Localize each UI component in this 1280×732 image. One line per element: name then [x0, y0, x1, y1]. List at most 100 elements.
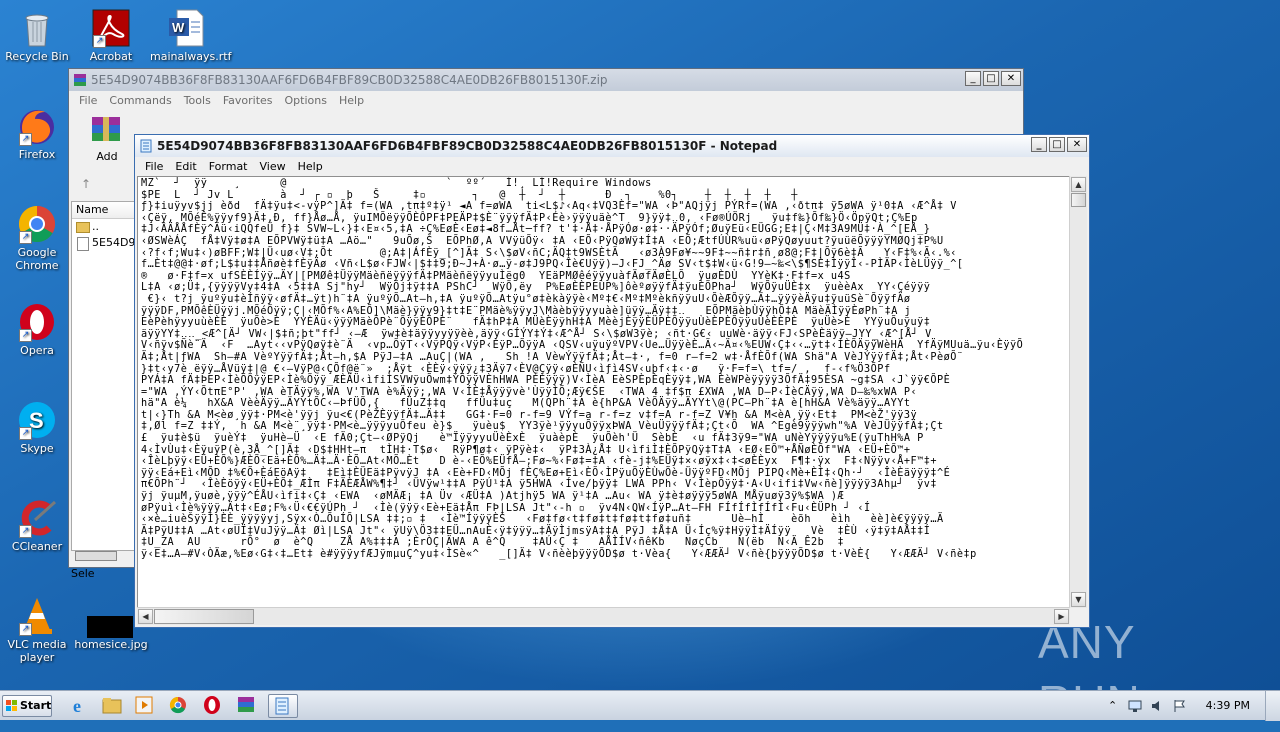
winrar-toolbar: Add: [87, 115, 127, 165]
status-text: Sele: [71, 567, 95, 580]
winrar-titlebar[interactable]: 5E54D9074BB36F8FB83130AAF6FD6B4FBF89CB0D…: [69, 69, 1023, 91]
notepad-titlebar[interactable]: 5E54D9074BB36F8FB83130AAF6FD6B4FBF89CB0D…: [135, 135, 1089, 157]
taskbar-winrar-button[interactable]: [234, 694, 260, 718]
minimize-button[interactable]: _: [1031, 137, 1047, 152]
file-list-panel: Name .. 5E54D9: [71, 201, 137, 551]
svg-text:W: W: [172, 20, 185, 35]
start-label: Start: [20, 699, 52, 712]
taskbar-clock[interactable]: 4:39 PM: [1206, 691, 1250, 721]
taskbar-opera-button[interactable]: [200, 694, 226, 718]
scroll-up-arrow-icon[interactable]: ▲: [1071, 177, 1086, 192]
close-button[interactable]: ✕: [1001, 71, 1021, 86]
chrome-icon: [169, 696, 186, 714]
tray-show-hidden-icon[interactable]: ⌃: [1108, 699, 1117, 712]
notepad-menubar: File Edit Format View Help: [135, 157, 1089, 176]
volume-icon[interactable]: [1150, 699, 1164, 713]
editor-content[interactable]: MZ` ┘ ÿÿ ¸ @ ` ºº´ Í!¸ LÍ!Require Window…: [138, 177, 1069, 561]
menu-edit[interactable]: Edit: [169, 157, 202, 176]
scroll-down-arrow-icon[interactable]: ▼: [1071, 592, 1086, 607]
close-button[interactable]: ✕: [1067, 137, 1087, 152]
menu-view[interactable]: View: [254, 157, 292, 176]
taskbar: Start e ⌃ 4:39 PM: [0, 690, 1280, 721]
notepad-icon: [140, 139, 152, 153]
menu-help[interactable]: Help: [333, 91, 370, 110]
vlc-icon: ↗: [17, 596, 57, 636]
horizontal-scroll-thumb[interactable]: [154, 609, 254, 624]
maximize-button[interactable]: □: [983, 71, 999, 86]
firefox-icon: ↗: [17, 106, 57, 146]
desktop-icon-recycle-bin[interactable]: Recycle Bin: [0, 8, 74, 63]
desktop-icon-label: CCleaner: [11, 540, 63, 553]
shortcut-arrow-icon: ↗: [19, 525, 32, 538]
desktop-icon-firefox[interactable]: ↗ Firefox: [0, 106, 74, 161]
show-desktop-button[interactable]: [1265, 691, 1280, 721]
ccleaner-icon: ↗: [17, 498, 57, 538]
text-editor[interactable]: MZ` ┘ ÿÿ ¸ @ ` ºº´ Í!¸ LÍ!Require Window…: [137, 176, 1070, 608]
desktop-icon-acrobat[interactable]: ↗ Acrobat: [74, 8, 148, 63]
menu-tools[interactable]: Tools: [178, 91, 217, 110]
acrobat-icon: ↗: [91, 8, 131, 48]
menu-options[interactable]: Options: [279, 91, 333, 110]
opera-icon: [204, 696, 220, 714]
menu-file[interactable]: File: [139, 157, 169, 176]
shortcut-arrow-icon: ↗: [19, 623, 32, 636]
desktop-icon-ccleaner[interactable]: ↗ CCleaner: [0, 498, 74, 553]
start-button[interactable]: Start: [2, 695, 52, 717]
taskbar-chrome-button[interactable]: [166, 694, 192, 718]
chrome-icon: ↗: [17, 204, 57, 244]
scroll-left-arrow-icon[interactable]: ◀: [138, 609, 153, 624]
status-drive-icon: [75, 551, 117, 561]
opera-icon: ↗: [17, 302, 57, 342]
taskbar-explorer-button[interactable]: [100, 694, 126, 718]
network-icon[interactable]: [1128, 699, 1142, 713]
menu-file[interactable]: File: [73, 91, 103, 110]
ie-icon: e: [73, 696, 81, 716]
desktop-icon-mainalways[interactable]: W mainalways.rtf: [150, 8, 232, 63]
resize-grip[interactable]: [1070, 608, 1087, 625]
desktop-icon-label: Skype: [20, 442, 54, 455]
menu-help[interactable]: Help: [292, 157, 329, 176]
list-item-label: ..: [92, 220, 99, 233]
list-item[interactable]: 5E54D9: [72, 235, 136, 251]
word-document-icon: W: [167, 8, 207, 48]
desktop-icon-chrome[interactable]: ↗ Google Chrome: [0, 204, 74, 272]
desktop-icon-label: homesice.jpg: [74, 638, 148, 651]
list-item[interactable]: ..: [72, 219, 136, 235]
menu-commands[interactable]: Commands: [103, 91, 177, 110]
notepad-title: 5E54D9074BB36F8FB83130AAF6FD6B4FBF89CB0D…: [157, 139, 778, 153]
explorer-icon: [102, 698, 122, 714]
taskbar-media-player-button[interactable]: [132, 694, 158, 718]
shortcut-arrow-icon: ↗: [19, 427, 32, 440]
winrar-icon: [74, 74, 86, 86]
action-center-flag-icon[interactable]: [1172, 699, 1186, 713]
taskbar-notepad-button[interactable]: [268, 694, 298, 718]
notepad-window[interactable]: 5E54D9074BB36F8FB83130AAF6FD6B4FBF89CB0D…: [134, 134, 1090, 628]
folder-icon: [76, 222, 90, 233]
notepad-icon: [275, 697, 289, 715]
minimize-button[interactable]: _: [965, 71, 981, 86]
vertical-scroll-thumb[interactable]: [1071, 193, 1086, 207]
svg-text:e: e: [73, 696, 81, 716]
menu-favorites[interactable]: Favorites: [217, 91, 279, 110]
scroll-right-arrow-icon[interactable]: ▶: [1054, 609, 1069, 624]
desktop-icon-vlc[interactable]: ↗ VLC media player: [0, 596, 74, 664]
add-archive-icon[interactable]: [89, 115, 123, 145]
desktop-icon-label: mainalways.rtf: [150, 50, 232, 63]
skype-icon: S ↗: [17, 400, 57, 440]
desktop-icon-label: Firefox: [18, 148, 56, 161]
maximize-button[interactable]: □: [1049, 137, 1065, 152]
file-icon: [77, 237, 89, 251]
desktop-icon-opera[interactable]: ↗ Opera: [0, 302, 74, 357]
menu-format[interactable]: Format: [203, 157, 254, 176]
column-header-name[interactable]: Name: [72, 202, 136, 219]
up-arrow-icon[interactable]: ↑: [81, 177, 99, 191]
taskbar-ie-button[interactable]: e: [68, 694, 94, 718]
media-player-icon: [135, 696, 153, 714]
desktop-icon-label: Recycle Bin: [5, 50, 69, 63]
shortcut-arrow-icon: ↗: [93, 35, 106, 48]
horizontal-scrollbar[interactable]: ◀ ▶: [137, 607, 1070, 625]
desktop-icon-skype[interactable]: S ↗ Skype: [0, 400, 74, 455]
add-button-label[interactable]: Add: [87, 150, 127, 163]
vertical-scrollbar[interactable]: ▲ ▼: [1069, 176, 1087, 608]
desktop-icon-label: Acrobat: [89, 50, 133, 63]
